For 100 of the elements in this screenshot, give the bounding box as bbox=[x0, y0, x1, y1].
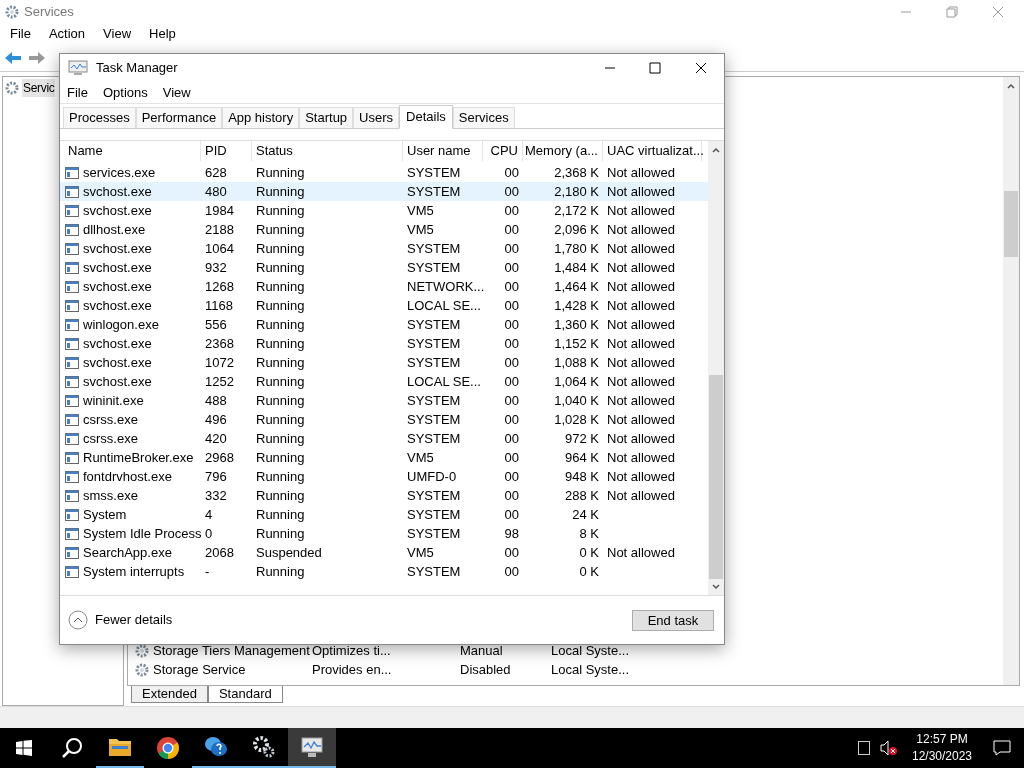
windows-start-icon[interactable] bbox=[16, 740, 32, 756]
menu-item[interactable]: Help bbox=[149, 24, 176, 44]
table-cell-text: System bbox=[83, 505, 127, 524]
table-cell-text: VM5 bbox=[407, 220, 434, 239]
table-cell-text: SYSTEM bbox=[407, 315, 461, 334]
table-cell-text: SYSTEM bbox=[407, 562, 461, 581]
task-manager-icon bbox=[68, 60, 88, 76]
table-cell-text: 0 K bbox=[579, 543, 599, 562]
collapse-chevron-icon[interactable] bbox=[68, 610, 88, 630]
column-header[interactable]: UAC virtualizat... bbox=[607, 141, 704, 161]
tab[interactable]: App history bbox=[222, 107, 300, 128]
table-row[interactable]: winlogon.exe 556 Running SYSTEM 00 1,360 K Not allowed bbox=[60, 315, 708, 334]
table-row[interactable]: svchost.exe 1064 Running SYSTEM 00 1,780 K Not allowed bbox=[60, 239, 708, 258]
gears-icon[interactable] bbox=[252, 735, 276, 759]
table-cell-text: 2,172 K bbox=[554, 201, 599, 220]
scrollbar[interactable] bbox=[1003, 77, 1019, 685]
volume-muted-icon[interactable] bbox=[880, 740, 898, 756]
column-header[interactable]: CPU bbox=[490, 141, 518, 161]
notification-icon[interactable] bbox=[993, 740, 1011, 756]
table-row[interactable]: csrss.exe 420 Running SYSTEM 00 972 K Not allowed bbox=[60, 429, 708, 448]
table-cell-text: 628 bbox=[205, 163, 227, 182]
table-row[interactable]: svchost.exe 2368 Running SYSTEM 00 1,152 K Not allowed bbox=[60, 334, 708, 353]
maximize-icon[interactable] bbox=[649, 62, 661, 74]
window-icon bbox=[65, 527, 79, 540]
table-cell-text: Not allowed bbox=[607, 467, 675, 486]
gear-icon bbox=[4, 80, 20, 96]
end-task-button[interactable]: End task bbox=[632, 609, 714, 631]
scrollbar-thumb[interactable] bbox=[1004, 191, 1018, 257]
menu-item[interactable]: File bbox=[10, 24, 31, 44]
table-cell-text: 2968 bbox=[205, 448, 234, 467]
table-cell-text: 948 K bbox=[565, 467, 599, 486]
scroll-up-icon[interactable] bbox=[711, 145, 721, 155]
table-row[interactable]: dllhost.exe 2188 Running VM5 00 2,096 K Not allowed bbox=[60, 220, 708, 239]
table-row[interactable]: svchost.exe 932 Running SYSTEM 00 1,484 K Not allowed bbox=[60, 258, 708, 277]
folder-icon[interactable] bbox=[108, 737, 132, 757]
fewer-details-link[interactable]: Fewer details bbox=[95, 610, 173, 630]
column-header[interactable]: User name bbox=[407, 141, 471, 161]
table-row[interactable]: svchost.exe 1252 Running LOCAL SE... 00 1,064 K Not allowed bbox=[60, 372, 708, 391]
menu-item[interactable]: View bbox=[103, 24, 132, 44]
table-row[interactable]: System 4 Running SYSTEM 00 24 K bbox=[60, 505, 708, 524]
menu-item[interactable]: Action bbox=[48, 24, 86, 44]
column-header[interactable]: PID bbox=[205, 141, 227, 161]
table-row[interactable]: svchost.exe 480 Running SYSTEM 00 2,180 K Not allowed bbox=[60, 182, 708, 201]
scrollbar[interactable] bbox=[708, 141, 724, 595]
scroll-down-icon[interactable] bbox=[711, 582, 721, 592]
column-header[interactable]: Name bbox=[68, 141, 103, 161]
table-row[interactable]: wininit.exe 488 Running SYSTEM 00 1,040 K Not allowed bbox=[60, 391, 708, 410]
table-row[interactable]: SearchApp.exe 2068 Suspended VM5 00 0 K Not allowed bbox=[60, 543, 708, 562]
scroll-up-icon[interactable] bbox=[1006, 81, 1016, 91]
tab[interactable]: Details bbox=[399, 105, 453, 129]
clock-time[interactable]: 12:57 PM bbox=[916, 731, 968, 748]
menu-item[interactable]: View bbox=[162, 82, 191, 103]
table-cell-text: 0 K bbox=[579, 562, 599, 581]
search-icon[interactable] bbox=[61, 737, 83, 759]
scrollbar-thumb[interactable] bbox=[709, 375, 723, 579]
tab[interactable]: Processes bbox=[63, 107, 136, 128]
table-row[interactable]: System Idle Process 0 Running SYSTEM 98 8 K bbox=[60, 524, 708, 543]
tab[interactable]: Startup bbox=[299, 107, 354, 128]
table-cell-text: SearchApp.exe bbox=[83, 543, 172, 562]
table-row[interactable]: svchost.exe 1984 Running VM5 00 2,172 K Not allowed bbox=[60, 201, 708, 220]
tab[interactable]: Services bbox=[452, 107, 515, 128]
menu-item[interactable]: File bbox=[67, 82, 88, 103]
column-header[interactable]: Status bbox=[256, 141, 293, 161]
window-icon bbox=[65, 451, 79, 464]
table-row[interactable]: RuntimeBroker.exe 2968 Running VM5 00 964 K Not allowed bbox=[60, 448, 708, 467]
table-row[interactable]: fontdrvhost.exe 796 Running UMFD-0 00 948 K Not allowed bbox=[60, 467, 708, 486]
table-cell-text: Storage Service bbox=[153, 660, 246, 679]
table-row[interactable]: services.exe 628 Running SYSTEM 00 2,368 K Not allowed bbox=[60, 163, 708, 182]
table-cell-text: Not allowed bbox=[607, 448, 675, 467]
chrome-icon[interactable] bbox=[156, 736, 180, 760]
tray-square-icon[interactable] bbox=[858, 741, 870, 755]
table-cell-text: Not allowed bbox=[607, 163, 675, 182]
clock-date[interactable]: 12/30/2023 bbox=[911, 748, 973, 765]
tab[interactable]: Performance bbox=[135, 107, 223, 128]
table-cell-text: winlogon.exe bbox=[83, 315, 159, 334]
table-row[interactable]: System interrupts - Running SYSTEM 00 0 K bbox=[60, 562, 708, 581]
table-row[interactable]: smss.exe 332 Running SYSTEM 00 288 K Not allowed bbox=[60, 486, 708, 505]
table-cell-text: 00 bbox=[504, 448, 519, 467]
tree-item[interactable]: Servic bbox=[22, 79, 55, 97]
table-cell-text: 1,028 K bbox=[554, 410, 599, 429]
table-row[interactable]: svchost.exe 1072 Running SYSTEM 00 1,088 K Not allowed bbox=[60, 353, 708, 372]
table-cell-text: Running bbox=[256, 258, 305, 277]
view-tab[interactable]: Standard bbox=[207, 686, 283, 703]
close-icon[interactable] bbox=[695, 62, 707, 74]
view-tab[interactable]: Extended bbox=[131, 686, 208, 703]
column-header[interactable]: Memory (a... bbox=[525, 141, 598, 161]
table-row[interactable]: svchost.exe 1168 Running LOCAL SE... 00 1,428 K Not allowed bbox=[60, 296, 708, 315]
back-arrow-icon[interactable] bbox=[4, 49, 22, 66]
table-cell-text: Suspended bbox=[256, 543, 322, 562]
table-cell-text: SYSTEM bbox=[407, 353, 461, 372]
task-manager-icon[interactable] bbox=[300, 736, 324, 758]
menu-item[interactable]: Options bbox=[102, 82, 148, 103]
table-row[interactable]: svchost.exe 1268 Running NETWORK... 00 1,464 K Not allowed bbox=[60, 277, 708, 296]
forward-arrow-icon[interactable] bbox=[28, 49, 46, 66]
window-icon bbox=[65, 394, 79, 407]
tab[interactable]: Users bbox=[353, 107, 400, 128]
help-chat-icon[interactable] bbox=[204, 735, 228, 759]
table-cell-text: svchost.exe bbox=[83, 334, 152, 353]
table-cell-text: Running bbox=[256, 239, 305, 258]
table-row[interactable]: csrss.exe 496 Running SYSTEM 00 1,028 K Not allowed bbox=[60, 410, 708, 429]
